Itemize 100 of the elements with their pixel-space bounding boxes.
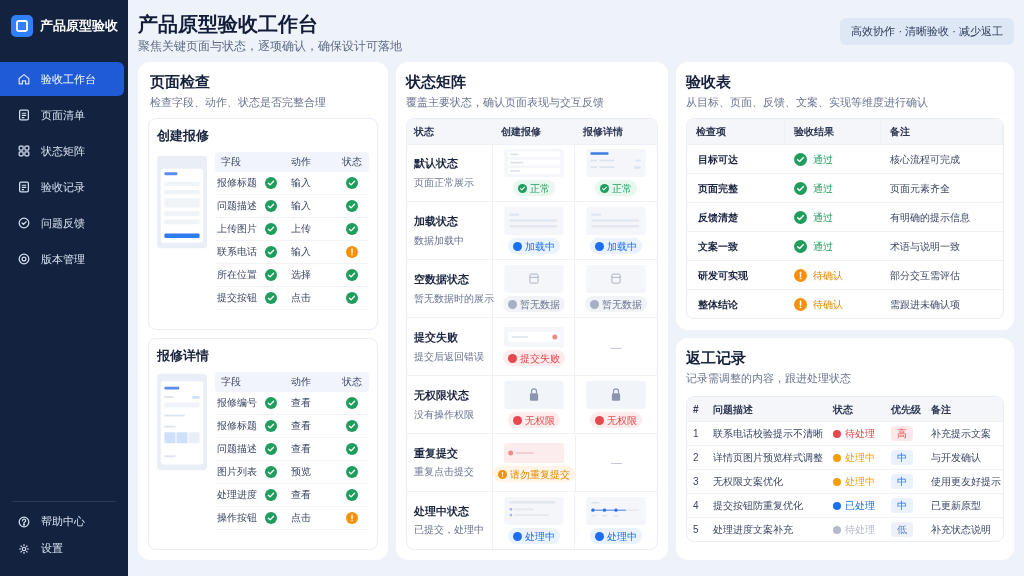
column-header: 备注 <box>881 119 1003 144</box>
status-badge: 处理中 <box>590 528 642 544</box>
state-name: 空数据状态 <box>414 271 470 287</box>
grid-icon <box>17 144 31 158</box>
table-cell-text: 2 <box>692 451 700 465</box>
sidebar-item[interactable]: 版本管理 <box>0 242 124 276</box>
table-cell-text: 4 <box>692 499 700 513</box>
table-cell-text: 5 <box>692 523 700 537</box>
table-cell-text: 输入 <box>290 176 312 191</box>
card-title: 返工记录 <box>686 348 747 368</box>
priority-tag: 中 <box>891 450 913 465</box>
table-cell-text: 上传图片 <box>216 222 258 237</box>
status-dot-icon <box>512 531 522 541</box>
table-cell-text: 报修标题 <box>216 419 258 434</box>
state-description: 没有操作权限 <box>414 407 475 422</box>
table-cell-text: 上传 <box>290 222 312 237</box>
status-label: 已处理 <box>845 499 875 513</box>
table-cell-text: 无权限文案优化 <box>712 475 784 489</box>
status-label: 待处理 <box>845 523 875 537</box>
priority-tag: 高 <box>891 426 913 441</box>
skeleton-preview-drawing <box>585 207 647 236</box>
column-header: 验收结果 <box>785 119 881 144</box>
not-applicable-dash: — <box>611 455 622 471</box>
state-description: 提交后返回错误 <box>414 349 485 364</box>
table-cell-text: 使用更友好提示 <box>930 475 1002 489</box>
table-cell-text: 1 <box>692 427 700 441</box>
priority-tag: 低 <box>891 522 913 537</box>
table-cell-text: 页面完整 <box>697 181 739 196</box>
table-cell-text: 文案一致 <box>697 239 739 254</box>
page-subtitle: 聚焦关键页面与状态，逐项确认，确保设计可落地 <box>138 39 402 54</box>
status-label: 处理中 <box>845 475 875 489</box>
sidebar-item[interactable]: 验收记录 <box>0 170 124 204</box>
state-description: 已提交，处理中 <box>414 523 485 538</box>
sidebar-item[interactable]: 页面清单 <box>0 98 124 132</box>
detail-preview-drawing <box>585 149 647 178</box>
sidebar-item[interactable]: 问题反馈 <box>0 206 124 240</box>
column-header: 字段 <box>220 155 242 170</box>
table-cell-text: 选择 <box>290 268 312 283</box>
state-description: 暂无数据时的展示 <box>414 291 492 306</box>
status-badge: 请勿重复提交 <box>493 466 575 483</box>
table-cell-text: 补充提示文案 <box>930 427 992 441</box>
table-cell-text: 联系电话校验提示不清晰 <box>712 427 824 441</box>
status-badge: 暂无数据 <box>502 296 565 313</box>
card-subtitle: 记录需调整的内容，跟进处理状态 <box>686 371 852 386</box>
table-cell-text: 问题描述 <box>216 442 258 457</box>
result-label: 待确认 <box>813 297 843 312</box>
status-dot-icon <box>512 415 522 425</box>
card-subtitle: 覆盖主要状态，确认页面表现与交互反馈 <box>406 95 605 110</box>
column-header: 备注 <box>930 402 952 417</box>
card-title: 状态矩阵 <box>406 72 467 92</box>
check-circle-icon <box>17 216 31 230</box>
table-cell-text: 有明确的提示信息 <box>889 210 971 225</box>
state-name: 加载状态 <box>414 214 459 230</box>
state-name: 默认状态 <box>414 156 459 172</box>
progress-steps-preview-drawing <box>585 497 647 525</box>
column-header: 优先级 <box>890 402 922 417</box>
table-cell-text: 报修编号 <box>216 396 258 411</box>
state-name: 处理中状态 <box>414 503 470 519</box>
table-cell-text: 已更新原型 <box>930 499 982 513</box>
status-badge: 加载中 <box>507 238 560 255</box>
status-badge: 正常 <box>512 180 555 197</box>
table-cell-text: 详情页图片预览样式调整 <box>712 451 824 465</box>
table-cell-text: 处理进度 <box>216 488 258 503</box>
status-dot-icon <box>507 299 517 309</box>
table-cell-text: 与开发确认 <box>930 451 982 465</box>
table-cell-text: 核心流程可完成 <box>889 152 961 167</box>
table-cell-text: 图片列表 <box>216 465 258 480</box>
empty-box-preview-drawing <box>502 265 565 294</box>
sidebar-item[interactable]: 状态矩阵 <box>0 134 124 168</box>
table-cell-text: 操作按钮 <box>216 511 258 526</box>
table-cell-text: 反馈清楚 <box>697 210 739 225</box>
home-icon <box>17 72 31 86</box>
warning-icon <box>498 469 507 479</box>
table-cell-text: 预览 <box>290 465 312 480</box>
column-header: 状态 <box>831 402 854 417</box>
not-applicable-dash: — <box>610 339 622 355</box>
form-preview-drawing <box>502 149 565 178</box>
check-icon <box>600 184 609 193</box>
table-cell-text: 所在位置 <box>216 268 258 283</box>
table-cell-text: 部分交互需评估 <box>889 268 961 283</box>
result-label: 通过 <box>813 181 833 196</box>
column-header: 状态 <box>412 124 435 139</box>
sidebar-item[interactable]: 设置 <box>0 535 128 562</box>
document-icon <box>17 108 31 122</box>
state-name: 重复提交 <box>414 445 459 461</box>
table-cell-text: 查看 <box>290 488 312 503</box>
table-cell-text: 3 <box>692 475 700 489</box>
card-title: 验收表 <box>686 72 732 92</box>
lock-preview-drawing <box>585 381 647 410</box>
skeleton-preview-drawing <box>502 207 565 236</box>
column-header: 检查项 <box>687 119 785 144</box>
state-description: 重复点击提交 <box>414 465 475 480</box>
column-header: 状态 <box>341 375 363 390</box>
sidebar-item[interactable]: 验收工作台 <box>0 62 124 96</box>
sidebar-item[interactable]: 帮助中心 <box>0 508 128 535</box>
card-subtitle: 从目标、页面、反馈、文案、实现等维度进行确认 <box>686 95 929 110</box>
table-cell-text: 输入 <box>290 245 312 260</box>
card-subtitle: 检查字段、动作、状态是否完整合理 <box>150 95 327 110</box>
section-title: 创建报修 <box>157 128 210 145</box>
table-cell-text: 查看 <box>290 396 312 411</box>
